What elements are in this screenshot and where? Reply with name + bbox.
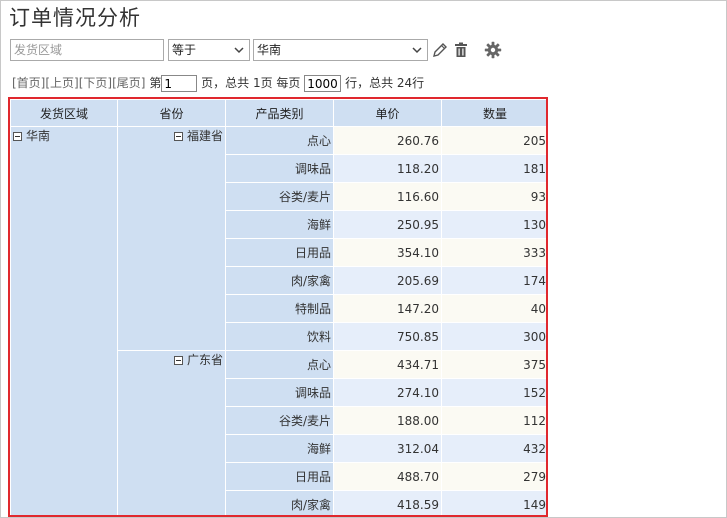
price-cell: 147.20 [333, 294, 442, 323]
price-cell: 205.69 [333, 266, 442, 295]
gear-icon[interactable] [484, 41, 502, 59]
quantity-cell: 181 [441, 154, 546, 183]
category-cell: 调味品 [225, 378, 334, 407]
column-header-quantity[interactable]: 数量 [441, 99, 546, 127]
chevron-down-icon [234, 47, 244, 54]
trash-icon[interactable] [452, 41, 470, 59]
report-table: 发货区域 省份 产品类别 单价 数量 华南 福建省 点心 260.76 205 … [10, 99, 546, 515]
pager-prev-link[interactable]: [上页] [45, 76, 78, 90]
province-label: 广东省 [186, 353, 223, 367]
category-cell: 日用品 [225, 462, 334, 491]
category-cell: 海鲜 [225, 434, 334, 463]
quantity-cell: 333 [441, 238, 546, 267]
page-number-input[interactable] [161, 75, 198, 92]
quantity-cell: 152 [441, 378, 546, 407]
pager-page-prefix: 第 [149, 76, 162, 90]
collapse-icon[interactable] [173, 132, 183, 141]
price-cell: 418.59 [333, 490, 442, 515]
collapse-icon[interactable] [13, 132, 22, 141]
province-cell: 广东省 [117, 350, 226, 515]
operator-select-value: 等于 [172, 43, 197, 57]
category-cell: 肉/家禽 [225, 490, 334, 515]
price-cell: 260.76 [333, 126, 442, 155]
category-cell: 谷类/麦片 [225, 406, 334, 435]
table-row: 华南 福建省 点心 260.76 205 [10, 126, 546, 515]
column-header-price[interactable]: 单价 [333, 99, 442, 127]
quantity-cell: 149 [441, 490, 546, 515]
column-header-category[interactable]: 产品类别 [225, 99, 334, 127]
price-cell: 188.00 [333, 406, 442, 435]
category-cell: 日用品 [225, 238, 334, 267]
quantity-cell: 432 [441, 434, 546, 463]
pager-next-link[interactable]: [下页] [79, 76, 112, 90]
category-cell: 海鲜 [225, 210, 334, 239]
column-header-region[interactable]: 发货区域 [10, 99, 118, 127]
operator-select[interactable]: 等于 [168, 39, 250, 61]
category-cell: 肉/家禽 [225, 266, 334, 295]
price-cell: 116.60 [333, 182, 442, 211]
region-cell: 华南 [10, 126, 118, 515]
price-cell: 750.85 [333, 322, 442, 351]
rows-per-page-input[interactable] [304, 75, 342, 92]
price-cell: 354.10 [333, 238, 442, 267]
region-label: 华南 [26, 129, 51, 143]
category-cell: 饮料 [225, 322, 334, 351]
quantity-cell: 300 [441, 322, 546, 351]
quantity-cell: 174 [441, 266, 546, 295]
chevron-down-icon [412, 47, 422, 54]
category-cell: 特制品 [225, 294, 334, 323]
quantity-cell: 112 [441, 406, 546, 435]
filter-field-input[interactable] [10, 39, 164, 61]
quantity-cell: 40 [441, 294, 546, 323]
quantity-cell: 205 [441, 126, 546, 155]
price-cell: 488.70 [333, 462, 442, 491]
pager-first-link[interactable]: [首页] [12, 76, 45, 90]
column-header-province[interactable]: 省份 [117, 99, 226, 127]
price-cell: 434.71 [333, 350, 442, 379]
category-cell: 谷类/麦片 [225, 182, 334, 211]
category-cell: 调味品 [225, 154, 334, 183]
collapse-icon[interactable] [173, 356, 183, 365]
value-select-value: 华南 [257, 43, 282, 57]
price-cell: 250.95 [333, 210, 442, 239]
quantity-cell: 375 [441, 350, 546, 379]
value-select[interactable]: 华南 [253, 39, 428, 61]
price-cell: 312.04 [333, 434, 442, 463]
pager-total-text: 行，总共 24行 [345, 76, 425, 90]
page-title: 订单情况分析 [9, 6, 141, 30]
pager: [首页][上页][下页][尾页] 第 页，总共 1页 每页 行，总共 24行 [12, 74, 424, 92]
price-cell: 274.10 [333, 378, 442, 407]
pager-last-link[interactable]: [尾页] [112, 76, 145, 90]
pager-page-suffix: 页，总共 1页 每页 [201, 76, 301, 90]
quantity-cell: 130 [441, 210, 546, 239]
pencil-icon[interactable] [431, 41, 449, 59]
quantity-cell: 279 [441, 462, 546, 491]
category-cell: 点心 [225, 126, 334, 155]
report-table-container: 发货区域 省份 产品类别 单价 数量 华南 福建省 点心 260.76 205 … [8, 97, 548, 517]
quantity-cell: 93 [441, 182, 546, 211]
category-cell: 点心 [225, 350, 334, 379]
table-header-row: 发货区域 省份 产品类别 单价 数量 [10, 99, 546, 127]
province-label: 福建省 [186, 129, 223, 143]
price-cell: 118.20 [333, 154, 442, 183]
province-cell: 福建省 [117, 126, 226, 351]
